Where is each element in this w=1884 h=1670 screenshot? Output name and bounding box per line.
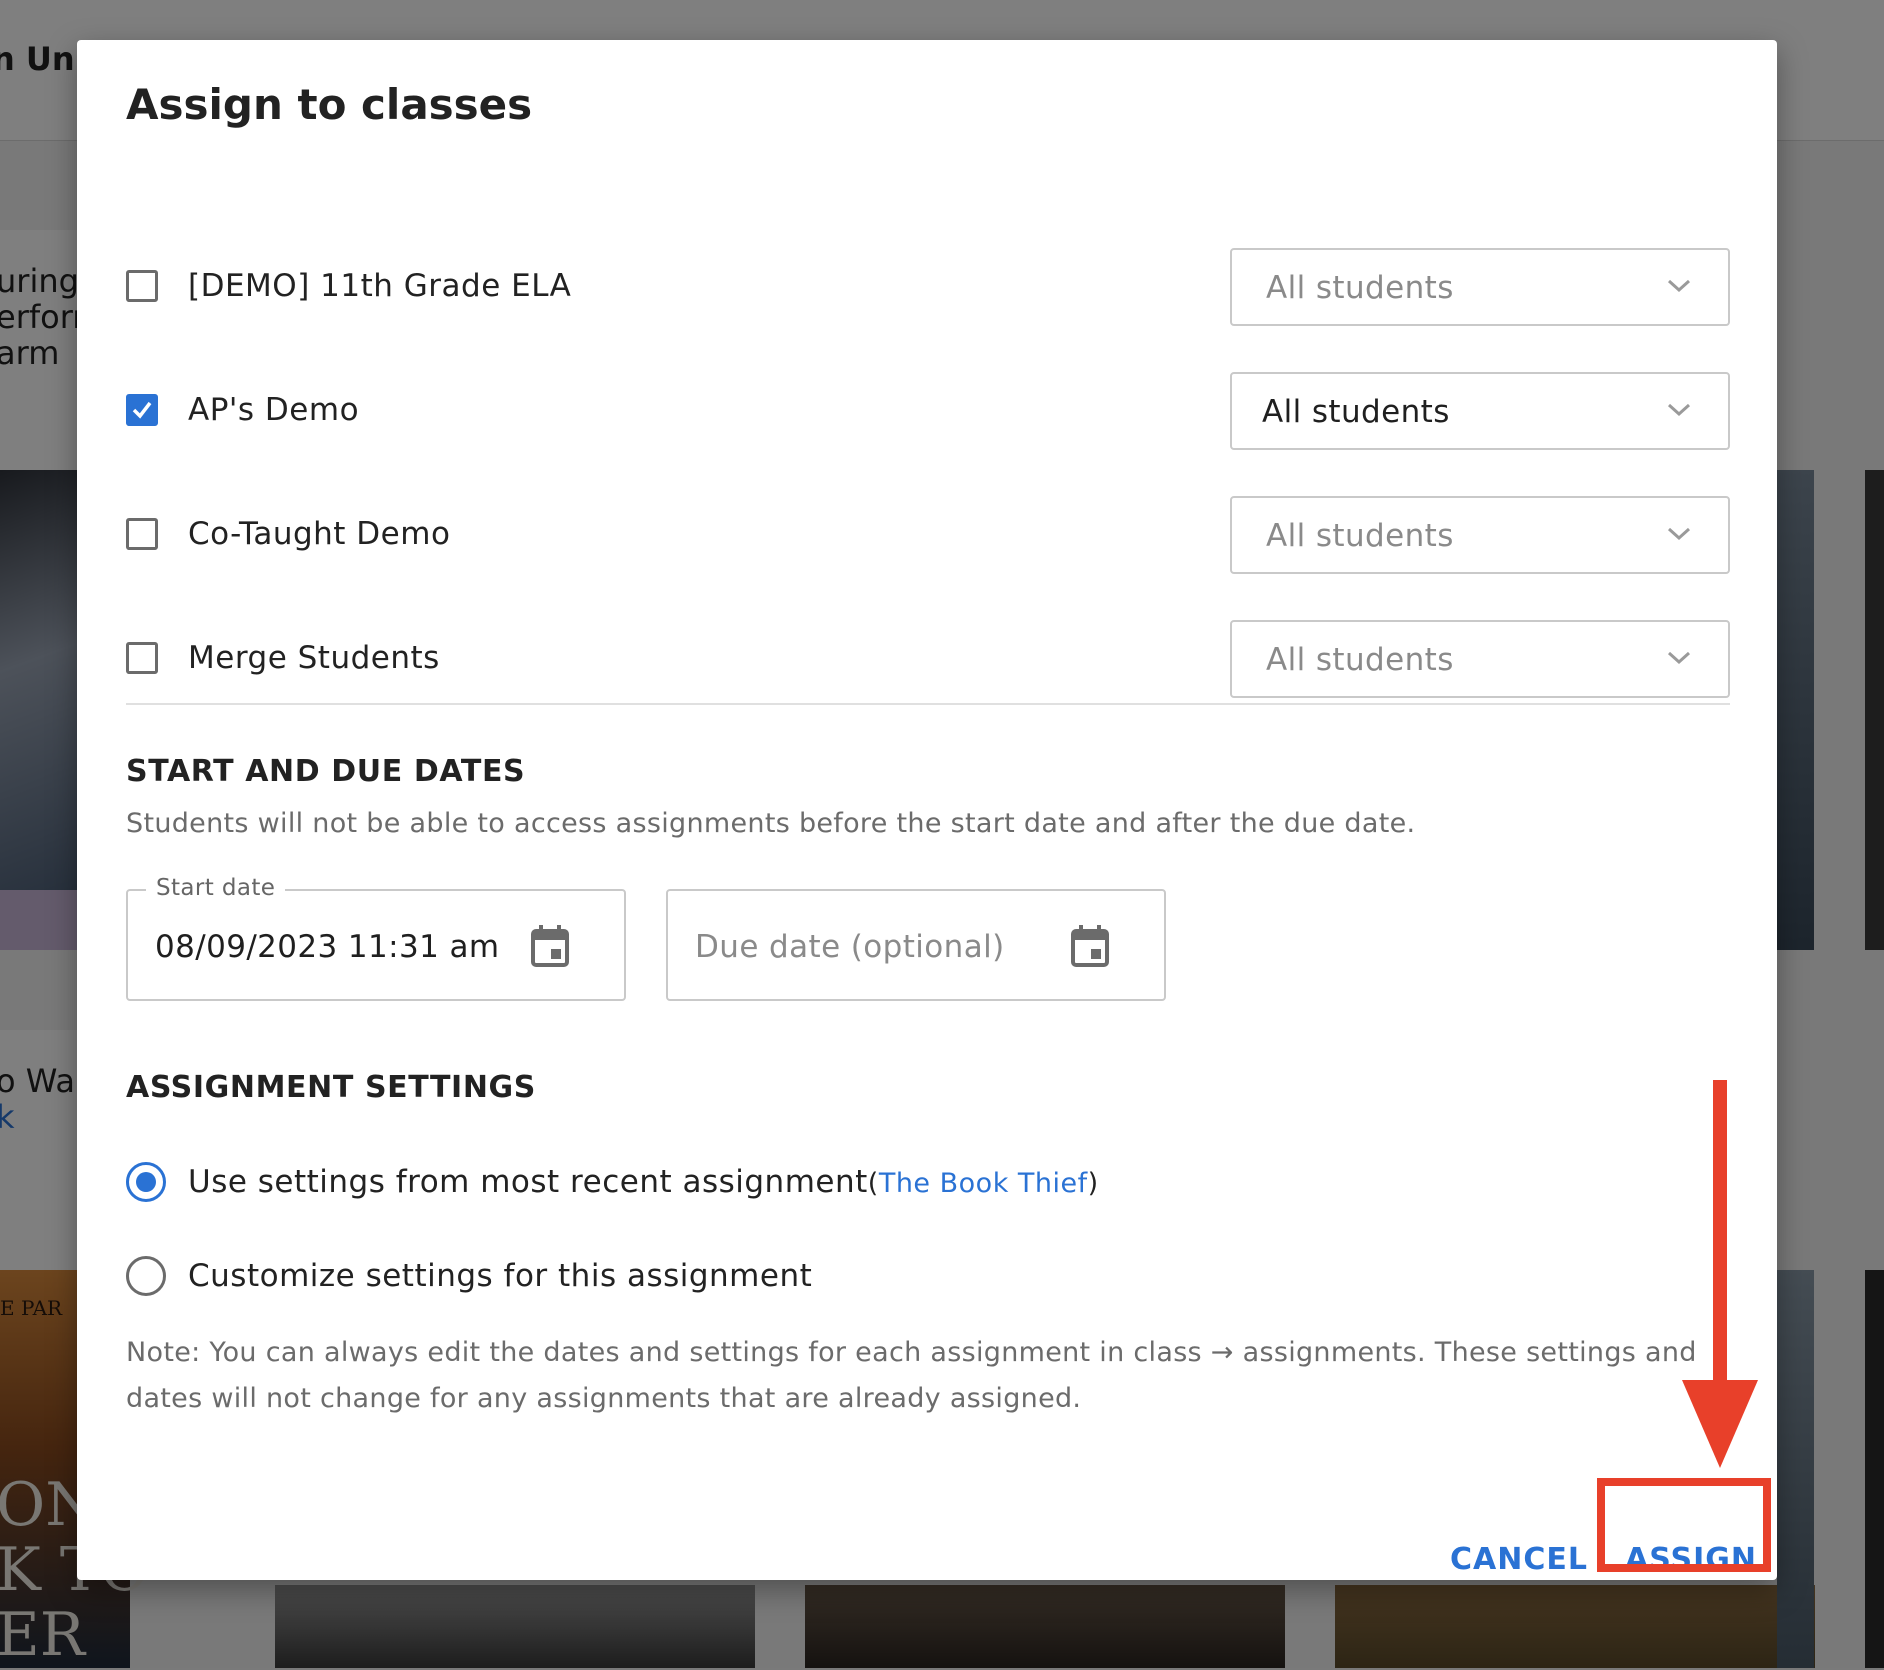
dates-description: Students will not be able to access assi…: [126, 808, 1416, 839]
settings-option-label: Use settings from most recent assignment…: [188, 1164, 1099, 1200]
start-date-value: 08/09/2023 11:31 am: [155, 929, 500, 965]
settings-heading: ASSIGNMENT SETTINGS: [126, 1070, 536, 1105]
students-select-value: All students: [1266, 518, 1454, 554]
paren-open: (: [867, 1168, 879, 1199]
arrow-down-icon: [1682, 1080, 1758, 1468]
recent-assignment-link[interactable]: The Book Thief: [879, 1168, 1088, 1199]
option-recent-text: Use settings from most recent assignment: [188, 1164, 868, 1200]
section-divider: [126, 703, 1730, 705]
paren-close: ): [1087, 1168, 1099, 1199]
chevron-down-icon: [1667, 403, 1691, 417]
dates-heading: START AND DUE DATES: [126, 754, 526, 789]
settings-option-custom[interactable]: Customize settings for this assignment: [126, 1244, 1326, 1304]
students-select-value: All students: [1262, 394, 1450, 430]
due-date-placeholder: Due date (optional): [695, 929, 1005, 965]
calendar-icon[interactable]: [530, 924, 570, 968]
students-select-value: All students: [1266, 642, 1454, 678]
students-select[interactable]: All students: [1230, 496, 1730, 574]
class-row: Co-Taught Demo All students: [126, 496, 1730, 576]
settings-option-label: Customize settings for this assignment: [188, 1258, 813, 1294]
assign-dialog: Assign to classes [DEMO] 11th Grade ELA …: [77, 40, 1777, 1580]
start-date-field[interactable]: Start date 08/09/2023 11:31 am: [126, 875, 626, 1001]
radio-button[interactable]: [126, 1256, 166, 1296]
chevron-down-icon: [1667, 651, 1691, 665]
students-select[interactable]: All students: [1230, 620, 1730, 698]
start-date-label: Start date: [146, 875, 286, 901]
annotation-highlight-box: [1597, 1478, 1771, 1572]
cancel-button[interactable]: CANCEL: [1450, 1542, 1588, 1577]
class-row: [DEMO] 11th Grade ELA All students: [126, 248, 1730, 328]
class-label[interactable]: Merge Students: [188, 640, 440, 676]
class-label[interactable]: AP's Demo: [188, 392, 359, 428]
students-select[interactable]: All students: [1230, 372, 1730, 450]
due-date-field[interactable]: Due date (optional): [666, 889, 1166, 1001]
class-checkbox[interactable]: [126, 394, 158, 426]
calendar-icon[interactable]: [1070, 924, 1110, 968]
chevron-down-icon: [1667, 279, 1691, 293]
class-label[interactable]: [DEMO] 11th Grade ELA: [188, 268, 571, 304]
class-checkbox[interactable]: [126, 518, 158, 550]
class-checkbox[interactable]: [126, 642, 158, 674]
class-row: Merge Students All students: [126, 620, 1730, 700]
checkmark-icon: [132, 401, 152, 419]
settings-option-recent[interactable]: Use settings from most recent assignment…: [126, 1150, 1326, 1210]
class-label[interactable]: Co-Taught Demo: [188, 516, 450, 552]
students-select[interactable]: All students: [1230, 248, 1730, 326]
class-row: AP's Demo All students: [126, 372, 1730, 452]
radio-button[interactable]: [126, 1162, 166, 1202]
dialog-title: Assign to classes: [126, 80, 533, 129]
chevron-down-icon: [1667, 527, 1691, 541]
class-checkbox[interactable]: [126, 270, 158, 302]
note-text: Note: You can always edit the dates and …: [126, 1337, 1697, 1414]
students-select-value: All students: [1266, 270, 1454, 306]
